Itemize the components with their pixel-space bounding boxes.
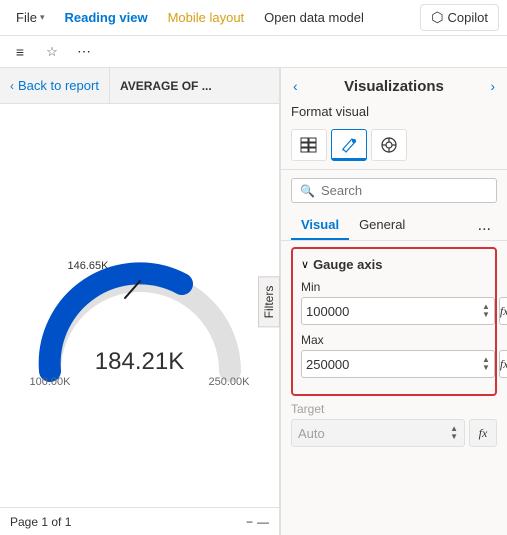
page-bar: Page 1 of 1 − — — [0, 507, 279, 535]
analytics-button[interactable] — [371, 129, 407, 161]
target-input-wrap: Auto ▲ ▼ — [291, 419, 465, 447]
tab-title: AVERAGE OF ... — [110, 73, 279, 99]
gauge-min-label: 100.00K — [30, 376, 71, 388]
back-arrow-icon: ‹ — [10, 79, 14, 93]
gauge-container: 184.21K 100.00K 250.00K 146.65K — [30, 246, 250, 386]
max-input-wrap: ▲ ▼ — [301, 350, 495, 378]
zoom-minus-icon[interactable]: − — [246, 515, 253, 529]
zoom-bar-icon: — — [257, 515, 269, 529]
gauge-axis-section: ∨ Gauge axis Min ▲ ▼ — [291, 247, 497, 396]
tab-general[interactable]: General — [349, 211, 415, 240]
target-field-group: Target Auto ▲ ▼ fx — [291, 402, 497, 447]
hamburger-icon[interactable]: ≡ — [8, 40, 32, 64]
gauge-max-label: 250.00K — [209, 376, 250, 388]
tab-bar: ‹ Back to report AVERAGE OF ... — [0, 68, 279, 104]
filters-tab[interactable]: Filters — [258, 276, 280, 327]
analytics-icon — [380, 136, 398, 154]
format-icons-row — [281, 125, 507, 170]
tab-visual[interactable]: Visual — [291, 211, 349, 240]
tab-more-options[interactable]: ... — [472, 213, 497, 239]
menu-open-data-model[interactable]: Open data model — [256, 6, 372, 29]
more-options-icon[interactable]: ⋯ — [72, 40, 96, 64]
search-box: 🔍 — [291, 178, 497, 203]
fields-icon — [300, 137, 318, 153]
target-down-btn[interactable]: ▼ — [450, 433, 458, 441]
gauge-axis-label: Gauge axis — [313, 257, 382, 272]
max-field-row: ▲ ▼ fx — [301, 350, 487, 378]
min-label: Min — [301, 280, 487, 294]
target-field-row: Auto ▲ ▼ fx — [291, 419, 497, 447]
panel-right-arrow[interactable]: › — [488, 76, 497, 96]
panel-left-arrow[interactable]: ‹ — [291, 76, 300, 96]
menu-bar: File ▾ Reading view Mobile layout Open d… — [0, 0, 507, 36]
format-visual-button[interactable] — [331, 129, 367, 161]
menu-file[interactable]: File ▾ — [8, 6, 52, 29]
gauge-value: 184.21K — [95, 348, 184, 376]
section-content: ∨ Gauge axis Min ▲ ▼ — [281, 241, 507, 535]
min-field-row: ▲ ▼ fx — [301, 297, 487, 325]
copilot-icon: ⬡ — [431, 9, 443, 26]
gauge-target-label: 146.65K — [68, 260, 109, 272]
file-label: File — [16, 10, 37, 25]
min-input-wrap: ▲ ▼ — [301, 297, 495, 325]
max-fx-button[interactable]: fx — [499, 350, 507, 378]
main-content: ‹ Back to report AVERAGE OF ... 184.21K … — [0, 68, 507, 535]
gauge-area: 184.21K 100.00K 250.00K 146.65K — [0, 104, 279, 507]
max-field-group: Max ▲ ▼ fx — [301, 333, 487, 378]
gauge-axis-header: ∨ Gauge axis — [301, 257, 487, 272]
vis-tabs: Visual General ... — [281, 211, 507, 241]
gauge-axis-chevron[interactable]: ∨ — [301, 258, 309, 271]
left-panel: ‹ Back to report AVERAGE OF ... 184.21K … — [0, 68, 280, 535]
target-label: Target — [291, 402, 497, 416]
max-label: Max — [301, 333, 487, 347]
pin-icon[interactable]: ☆ — [40, 40, 64, 64]
menu-reading-view[interactable]: Reading view — [56, 6, 155, 29]
target-auto-value: Auto — [298, 426, 325, 441]
back-to-report-button[interactable]: ‹ Back to report — [0, 68, 110, 103]
menu-mobile-layout[interactable]: Mobile layout — [160, 6, 253, 29]
max-input[interactable] — [306, 357, 482, 372]
target-spinner: ▲ ▼ — [450, 425, 458, 441]
right-panel-header: ‹ Visualizations › — [281, 68, 507, 100]
format-fields-button[interactable] — [291, 129, 327, 161]
secondary-toolbar: ≡ ☆ ⋯ — [0, 36, 507, 68]
max-down-btn[interactable]: ▼ — [482, 364, 490, 372]
min-input[interactable] — [306, 304, 482, 319]
copilot-button[interactable]: ⬡ Copilot — [420, 4, 499, 31]
right-panel: ‹ Visualizations › Format visual — [280, 68, 507, 535]
format-icon — [340, 135, 358, 153]
back-button-label: Back to report — [18, 78, 99, 93]
file-dropdown-arrow: ▾ — [40, 12, 45, 23]
max-spinner: ▲ ▼ — [482, 356, 490, 372]
min-fx-button[interactable]: fx — [499, 297, 507, 325]
page-indicator: Page 1 of 1 — [10, 515, 71, 529]
format-section-title: Format visual — [281, 100, 507, 125]
min-down-btn[interactable]: ▼ — [482, 311, 490, 319]
search-icon: 🔍 — [300, 184, 315, 198]
visualizations-title: Visualizations — [344, 78, 444, 95]
min-field-group: Min ▲ ▼ fx — [301, 280, 487, 325]
target-fx-button[interactable]: fx — [469, 419, 497, 447]
min-spinner: ▲ ▼ — [482, 303, 490, 319]
search-input[interactable] — [321, 183, 497, 198]
